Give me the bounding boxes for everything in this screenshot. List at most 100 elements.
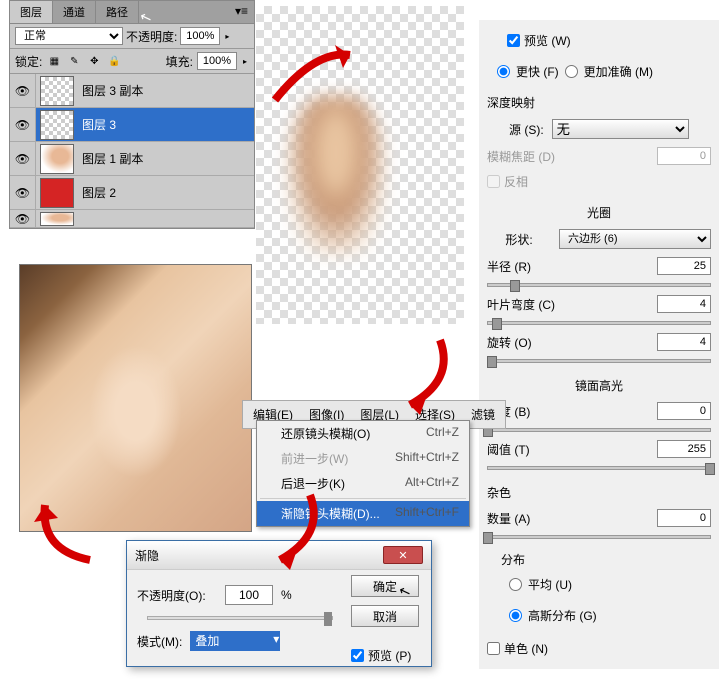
result-image [19, 264, 252, 532]
layer-name[interactable]: 图层 3 [78, 116, 254, 133]
blade-input[interactable] [657, 295, 711, 313]
dropdown-undo[interactable]: 还原镜头模糊(O)Ctrl+Z [257, 421, 469, 446]
menu-separator [260, 498, 466, 499]
radius-input[interactable] [657, 257, 711, 275]
bright-slider[interactable] [487, 428, 711, 432]
dropdown-step-backward[interactable]: 后退一步(K)Alt+Ctrl+Z [257, 471, 469, 496]
fade-opacity-input[interactable] [225, 585, 273, 605]
accurate-label: 更加准确 (M) [584, 63, 653, 80]
eye-icon: 👁 [15, 186, 30, 200]
visibility-toggle[interactable]: 👁 [10, 142, 36, 175]
preview-label: 预览 (W) [524, 32, 571, 49]
depth-section-label: 深度映射 [487, 90, 711, 115]
threshold-slider[interactable] [487, 466, 711, 470]
gaussian-radio[interactable] [509, 609, 522, 622]
blend-mode-select[interactable]: 正常 [15, 27, 123, 45]
visibility-toggle[interactable]: 👁 [10, 176, 36, 209]
source-label: 源 (S): [509, 121, 544, 138]
visibility-toggle[interactable]: 👁 [10, 108, 36, 141]
visibility-toggle[interactable]: 👁 [10, 74, 36, 107]
lock-row: 锁定: ▦ ✎ ✥ 🔒 填充: ▸ [10, 49, 254, 74]
threshold-label: 阈值 (T) [487, 441, 562, 458]
eye-icon: 👁 [15, 212, 30, 226]
layer-item[interactable]: 👁 图层 1 副本 [10, 142, 254, 176]
dropdown-step-forward: 前进一步(W)Shift+Ctrl+Z [257, 446, 469, 471]
cancel-button[interactable]: 取消 [351, 605, 419, 627]
fade-dialog: 渐隐 ✕ 不透明度(O): % 模式(M): 叠加 ▾ 确定 取消 预览 (P)… [126, 540, 432, 667]
mono-checkbox[interactable] [487, 642, 500, 655]
blurred-image [286, 96, 386, 256]
layer-name[interactable]: 图层 3 副本 [78, 82, 254, 99]
blade-slider[interactable] [487, 321, 711, 325]
threshold-input[interactable] [657, 440, 711, 458]
tab-layers[interactable]: 图层 [10, 1, 53, 23]
specular-section-label: 镜面高光 [487, 367, 711, 398]
radius-label: 半径 (R) [487, 258, 562, 275]
percent-label: % [281, 588, 292, 602]
layer-thumbnail[interactable] [40, 110, 74, 140]
bright-input[interactable] [657, 402, 711, 420]
fade-preview-label: 预览 (P) [368, 647, 411, 664]
fade-mode-label: 模式(M): [137, 633, 182, 650]
lock-all-icon[interactable]: 🔒 [106, 53, 122, 69]
fade-mode-select[interactable]: 叠加 ▾ [190, 631, 280, 651]
fill-arrow-icon[interactable]: ▸ [241, 57, 249, 66]
opacity-input[interactable] [180, 27, 220, 45]
noise-section-label: 杂色 [487, 474, 711, 505]
lens-blur-settings: 预览 (W) 更快 (F) 更加准确 (M) 深度映射 源 (S): 无 模糊焦… [479, 20, 719, 669]
fade-preview-checkbox[interactable] [351, 649, 364, 662]
blend-row: 正常 不透明度: ▸ [10, 24, 254, 49]
layer-thumbnail[interactable] [40, 76, 74, 106]
accurate-radio[interactable] [565, 65, 578, 78]
fill-input[interactable] [197, 52, 237, 70]
layer-item[interactable]: 👁 [10, 210, 254, 228]
source-select[interactable]: 无 [552, 119, 689, 139]
lock-pixels-icon[interactable]: ▦ [46, 53, 62, 69]
fade-opacity-slider[interactable] [147, 616, 333, 620]
panel-menu-icon[interactable]: ▾≡ [229, 1, 254, 23]
dist-section-label: 分布 [487, 543, 711, 572]
lock-move-icon[interactable]: ✥ [86, 53, 102, 69]
layer-item[interactable]: 👁 图层 3 ↖ [10, 108, 254, 142]
faster-radio[interactable] [497, 65, 510, 78]
layer-thumbnail[interactable] [40, 212, 74, 226]
tab-paths[interactable]: 路径 [96, 1, 139, 23]
preview-checkbox[interactable] [507, 34, 520, 47]
invert-label: 反相 [504, 173, 528, 190]
layers-panel: 图层 通道 路径 ▾≡ 正常 不透明度: ▸ 锁定: ▦ ✎ ✥ 🔒 填充: ▸… [9, 0, 255, 229]
opacity-arrow-icon[interactable]: ▸ [223, 32, 231, 41]
close-button[interactable]: ✕ [383, 546, 423, 564]
dialog-titlebar[interactable]: 渐隐 ✕ [127, 541, 431, 570]
rotate-label: 旋转 (O) [487, 334, 562, 351]
layer-name[interactable]: 图层 2 [78, 184, 254, 201]
blur-dist-input [657, 147, 711, 165]
rotate-slider[interactable] [487, 359, 711, 363]
layer-item[interactable]: 👁 图层 2 [10, 176, 254, 210]
faster-label: 更快 (F) [516, 63, 559, 80]
layer-thumbnail[interactable] [40, 178, 74, 208]
rotate-input[interactable] [657, 333, 711, 351]
layer-item[interactable]: 👁 图层 3 副本 [10, 74, 254, 108]
aperture-section-label: 光圈 [487, 194, 711, 225]
dialog-title: 渐隐 [135, 547, 159, 564]
amount-label: 数量 (A) [487, 510, 562, 527]
layer-name[interactable]: 图层 1 副本 [78, 150, 254, 167]
amount-input[interactable] [657, 509, 711, 527]
invert-checkbox [487, 175, 500, 188]
lock-brush-icon[interactable]: ✎ [66, 53, 82, 69]
fade-opacity-label: 不透明度(O): [137, 587, 217, 604]
uniform-radio[interactable] [509, 578, 522, 591]
radius-slider[interactable] [487, 283, 711, 287]
eye-icon: 👁 [15, 152, 30, 166]
amount-slider[interactable] [487, 535, 711, 539]
shape-select[interactable]: 六边形 (6) [559, 229, 711, 249]
visibility-toggle[interactable]: 👁 [10, 210, 36, 227]
eye-icon: 👁 [15, 84, 30, 98]
dropdown-fade[interactable]: 渐隐镜头模糊(D)...Shift+Ctrl+F [257, 501, 469, 526]
mono-label: 单色 (N) [504, 640, 548, 657]
layers-tabs: 图层 通道 路径 ▾≡ [10, 1, 254, 24]
tab-channels[interactable]: 通道 [53, 1, 96, 23]
layer-thumbnail[interactable] [40, 144, 74, 174]
blur-dist-label: 模糊焦距 (D) [487, 148, 562, 165]
canvas-preview [256, 6, 464, 324]
